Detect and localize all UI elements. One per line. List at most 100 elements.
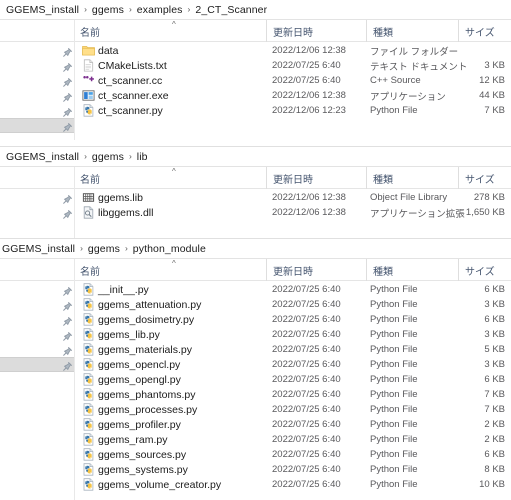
file-type-cell: Python File xyxy=(370,359,418,370)
column-header-name[interactable]: 名前 xyxy=(74,20,266,42)
date-modified-cell: 2022/12/06 12:23 xyxy=(272,105,346,116)
date-modified-cell: 2022/07/25 6:40 xyxy=(272,60,341,71)
column-header-label: 更新日時 xyxy=(273,27,313,39)
table-row[interactable]: ggems_volume_creator.py 2022/07/25 6:40 Py… xyxy=(0,477,511,492)
date-modified-cell: 2022/12/06 12:38 xyxy=(272,45,346,56)
file-name-cell[interactable]: ggems_volume_creator.py xyxy=(98,477,221,492)
file-name-cell[interactable]: __init__.py xyxy=(98,282,149,297)
file-size-cell: 3 KB xyxy=(484,299,505,310)
table-row[interactable]: ggems_profiler.py 2022/07/25 6:40 Python F… xyxy=(0,417,511,432)
python-file-icon xyxy=(82,433,95,446)
table-row[interactable]: ggems_opencl.py 2022/07/25 6:40 Python Fil… xyxy=(0,357,511,372)
breadcrumb[interactable]: GGEMS_install › ggems › python_module xyxy=(0,239,511,259)
column-header-size[interactable]: サイズ xyxy=(458,259,511,281)
date-modified-cell: 2022/07/25 6:40 xyxy=(272,374,341,385)
file-size-cell: 7 KB xyxy=(484,389,505,400)
table-row[interactable]: ggems.lib 2022/12/06 12:38 Object File Lib… xyxy=(0,190,511,205)
file-name-cell[interactable]: ct_scanner.py xyxy=(98,103,163,118)
table-row[interactable]: ggems_opengl.py 2022/07/25 6:40 Python Fil… xyxy=(0,372,511,387)
file-name-cell[interactable]: ggems_dosimetry.py xyxy=(98,312,194,327)
file-type-cell: Python File xyxy=(370,464,418,475)
file-name-cell[interactable]: ct_scanner.cc xyxy=(98,73,162,88)
python-file-icon xyxy=(82,373,95,386)
file-type-cell: Python File xyxy=(370,299,418,310)
file-name-cell[interactable]: ggems_ram.py xyxy=(98,432,167,447)
column-header-date[interactable]: 更新日時 xyxy=(266,167,366,189)
column-header-date[interactable]: 更新日時 xyxy=(266,20,366,42)
file-name-cell[interactable]: ct_scanner.exe xyxy=(98,88,169,103)
date-modified-cell: 2022/07/25 6:40 xyxy=(272,464,341,475)
table-row[interactable]: CMakeLists.txt 2022/07/25 6:40 テキスト ドキュメント… xyxy=(0,58,511,73)
file-type-cell: Python File xyxy=(370,374,418,385)
file-name-cell[interactable]: data xyxy=(98,43,118,58)
breadcrumb-segment[interactable]: lib xyxy=(137,151,148,163)
column-header-size[interactable]: サイズ xyxy=(458,20,511,42)
breadcrumb-segment[interactable]: python_module xyxy=(133,243,206,255)
breadcrumb[interactable]: GGEMS_install › ggems › examples › 2_CT_Scanne… xyxy=(0,0,511,20)
breadcrumb-segment[interactable]: ggems xyxy=(92,151,124,163)
file-name-cell[interactable]: ggems_phantoms.py xyxy=(98,387,195,402)
column-header-type[interactable]: 種類 xyxy=(366,167,458,189)
date-modified-cell: 2022/07/25 6:40 xyxy=(272,344,341,355)
table-row[interactable]: ct_scanner.exe 2022/12/06 12:38 アプリケーション 44… xyxy=(0,88,511,103)
table-row[interactable]: ggems_materials.py 2022/07/25 6:40 Python … xyxy=(0,342,511,357)
table-row[interactable]: ggems_ram.py 2022/07/25 6:40 Python File 2 … xyxy=(0,432,511,447)
table-row[interactable]: libggems.dll 2022/12/06 12:38 アプリケーション拡張 1,… xyxy=(0,205,511,220)
column-header-size[interactable]: サイズ xyxy=(458,167,511,189)
date-modified-cell: 2022/12/06 12:38 xyxy=(272,207,346,218)
library-file-icon xyxy=(82,191,95,204)
table-row[interactable]: ggems_lib.py 2022/07/25 6:40 Python File 3 … xyxy=(0,327,511,342)
file-name-cell[interactable]: ggems_attenuation.py xyxy=(98,297,201,312)
file-type-cell: Python File xyxy=(370,449,418,460)
column-header-name[interactable]: 名前 xyxy=(74,167,266,189)
breadcrumb-separator-icon: › xyxy=(84,151,87,161)
table-row[interactable]: data 2022/12/06 12:38 ファイル フォルダー xyxy=(0,43,511,58)
table-row[interactable]: ggems_attenuation.py 2022/07/25 6:40 Pytho… xyxy=(0,297,511,312)
file-name-cell[interactable]: ggems_opengl.py xyxy=(98,372,181,387)
breadcrumb-segment[interactable]: ggems xyxy=(88,243,120,255)
python-file-icon xyxy=(82,418,95,431)
column-header-type[interactable]: 種類 xyxy=(366,259,458,281)
table-row[interactable]: ggems_systems.py 2022/07/25 6:40 Python Fi… xyxy=(0,462,511,477)
column-header-label: 名前 xyxy=(80,27,100,39)
python-file-icon xyxy=(82,448,95,461)
breadcrumb-segment[interactable]: ggems xyxy=(92,4,124,16)
breadcrumb-segment[interactable]: GGEMS_install xyxy=(6,151,79,163)
file-name-cell[interactable]: libggems.dll xyxy=(98,205,153,220)
python-file-icon xyxy=(82,313,95,326)
column-header-name[interactable]: 名前 xyxy=(74,259,266,281)
file-name-cell[interactable]: ggems_opencl.py xyxy=(98,357,180,372)
breadcrumb-segment[interactable]: examples xyxy=(137,4,183,16)
date-modified-cell: 2022/07/25 6:40 xyxy=(272,404,341,415)
table-row[interactable]: ggems_sources.py 2022/07/25 6:40 Python Fi… xyxy=(0,447,511,462)
file-name-cell[interactable]: ggems_systems.py xyxy=(98,462,188,477)
table-row[interactable]: ggems_phantoms.py 2022/07/25 6:40 Python F… xyxy=(0,387,511,402)
column-header-date[interactable]: 更新日時 xyxy=(266,259,366,281)
file-name-cell[interactable]: ggems_processes.py xyxy=(98,402,197,417)
table-row[interactable]: ct_scanner.py 2022/12/06 12:23 Python File… xyxy=(0,103,511,118)
table-row[interactable]: ggems_processes.py 2022/07/25 6:40 Python … xyxy=(0,402,511,417)
file-name-cell[interactable]: CMakeLists.txt xyxy=(98,58,167,73)
breadcrumb-segment[interactable]: GGEMS_install xyxy=(2,243,75,255)
date-modified-cell: 2022/07/25 6:40 xyxy=(272,314,341,325)
column-header-type[interactable]: 種類 xyxy=(366,20,458,42)
file-name-cell[interactable]: ggems_lib.py xyxy=(98,327,160,342)
file-name-cell[interactable]: ggems_sources.py xyxy=(98,447,186,462)
file-name-cell[interactable]: ggems_profiler.py xyxy=(98,417,181,432)
breadcrumb-segment[interactable]: GGEMS_install xyxy=(6,4,79,16)
folder-icon xyxy=(82,44,95,57)
date-modified-cell: 2022/07/25 6:40 xyxy=(272,434,341,445)
pin-icon[interactable] xyxy=(62,120,73,132)
file-type-cell: Python File xyxy=(370,344,418,355)
file-name-cell[interactable]: ggems.lib xyxy=(98,190,143,205)
table-row[interactable]: __init__.py 2022/07/25 6:40 Python File 6 K… xyxy=(0,282,511,297)
application-icon xyxy=(82,89,95,102)
cpp-source-icon xyxy=(82,74,95,87)
table-row[interactable]: ct_scanner.cc 2022/07/25 6:40 C++ Source 12… xyxy=(0,73,511,88)
file-name-cell[interactable]: ggems_materials.py xyxy=(98,342,192,357)
table-row[interactable]: ggems_dosimetry.py 2022/07/25 6:40 Python … xyxy=(0,312,511,327)
file-type-cell: アプリケーション拡張 xyxy=(370,208,465,220)
breadcrumb-segment[interactable]: 2_CT_Scanner xyxy=(195,4,267,16)
column-header-row: 名前 更新日時 種類 サイズ ^ xyxy=(0,259,511,281)
breadcrumb[interactable]: GGEMS_install › ggems › lib xyxy=(0,147,511,167)
